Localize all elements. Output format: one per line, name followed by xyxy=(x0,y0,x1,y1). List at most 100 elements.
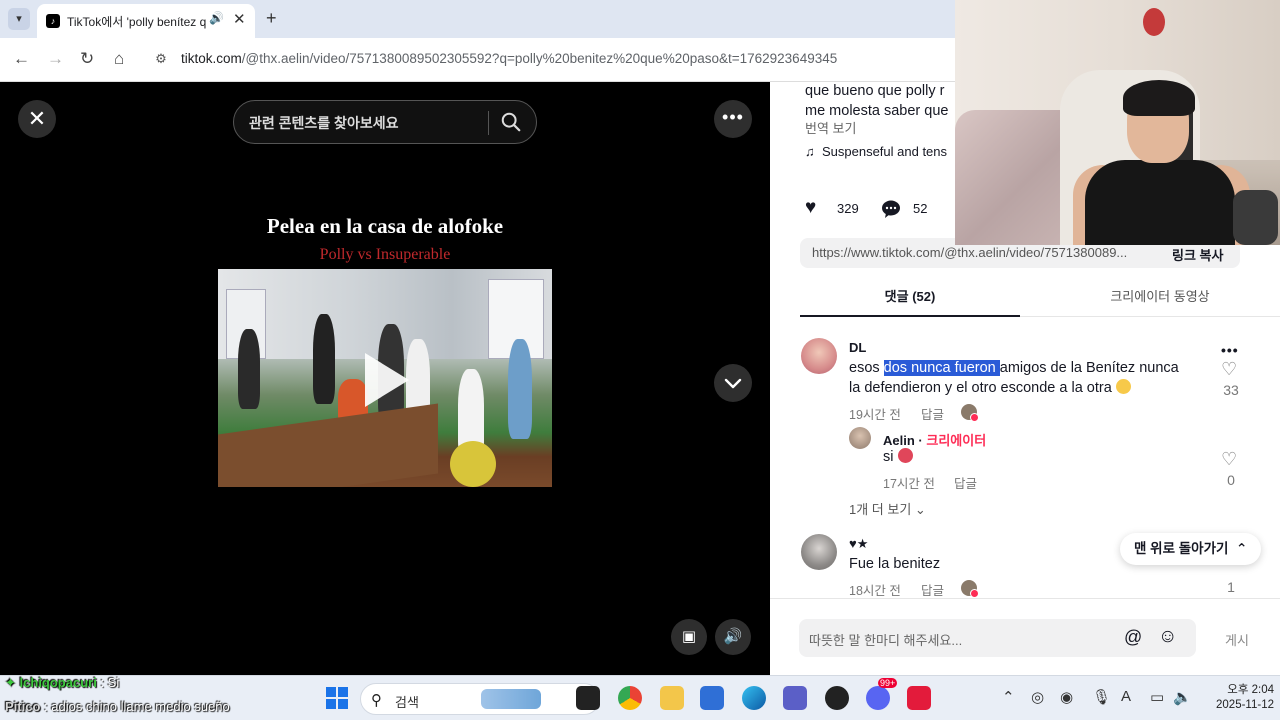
chrome-icon[interactable] xyxy=(618,686,642,710)
close-icon[interactable]: ✕ xyxy=(18,100,56,138)
comment-composer: 따뜻한 말 한마디 해주세요... @ ☺ 게시 xyxy=(770,598,1280,675)
pip-icon[interactable]: ▣ xyxy=(671,619,707,655)
chat-message: : Si xyxy=(96,675,120,690)
comment-like-heart-icon[interactable]: ♡ xyxy=(1221,359,1237,380)
store-icon[interactable] xyxy=(700,686,724,710)
tray-chevron-up-icon[interactable]: ⌃ xyxy=(1002,688,1015,706)
tab-creator-videos[interactable]: 크리에이터 동영상 xyxy=(1040,277,1280,317)
system-clock[interactable]: 오후 2:04 2025-11-12 xyxy=(1204,683,1274,713)
tab-search-chevron-icon[interactable]: ▾ xyxy=(8,8,30,30)
view-more-replies[interactable]: 1개 더 보기 ⌄ xyxy=(849,499,926,518)
tray-app-icon[interactable]: ◎ xyxy=(1031,688,1044,706)
webcam-person-body xyxy=(1085,160,1235,245)
network-icon[interactable]: ▭ xyxy=(1150,688,1164,706)
microphone-icon[interactable]: 🎙 xyxy=(1092,688,1111,706)
comment-more-icon[interactable]: ••• xyxy=(1221,342,1239,358)
comment-username[interactable]: DL xyxy=(849,340,866,355)
music-row[interactable]: ♫ Suspenseful and tens xyxy=(805,144,947,159)
comment-time: 18시간 전 xyxy=(849,584,901,598)
home-icon[interactable]: ⌂ xyxy=(114,49,124,69)
reply-text-content: si xyxy=(883,449,894,465)
post-button[interactable]: 게시 xyxy=(1225,630,1249,649)
reply-text: si xyxy=(883,447,913,467)
share-url[interactable]: https://www.tiktok.com/@thx.aelin/video/… xyxy=(812,245,1152,260)
copy-link-button[interactable]: 링크 복사 xyxy=(1172,245,1223,264)
comment-username[interactable]: ♥★ xyxy=(849,536,868,552)
video-scene-table xyxy=(218,403,438,487)
edge-icon[interactable] xyxy=(742,686,766,710)
file-explorer-dark-icon[interactable] xyxy=(576,686,600,710)
avatar[interactable] xyxy=(801,534,837,570)
tab-audio-icon[interactable]: 🔊 xyxy=(209,11,224,25)
music-note-icon: ♫ xyxy=(805,144,815,159)
new-tab-plus-icon[interactable]: + xyxy=(266,8,277,29)
search-icon[interactable] xyxy=(500,111,522,133)
tab-close-icon[interactable]: ✕ xyxy=(233,10,246,28)
url-field[interactable]: tiktok.com/@thx.aelin/video/757138008950… xyxy=(181,51,837,66)
double-chevron-up-icon: ⌃ xyxy=(1235,541,1248,556)
creator-liked-avatar xyxy=(961,404,979,422)
teams-icon[interactable] xyxy=(783,686,807,710)
video-scene-ball xyxy=(450,441,496,487)
comment-text-part: la defendieron y el otro esconde a la ot… xyxy=(849,380,1112,396)
comment-like-count: 1 xyxy=(1227,579,1235,595)
taskbar-search[interactable]: ⚲ 검색 xyxy=(360,683,600,715)
related-content-search[interactable]: 관련 콘텐츠를 찾아보세요 xyxy=(233,100,537,144)
reply-user-name: Aelin xyxy=(883,433,915,448)
ime-language-icon[interactable]: A xyxy=(1121,688,1131,705)
video-frame[interactable] xyxy=(218,269,552,487)
mention-at-icon[interactable]: @ xyxy=(1124,627,1142,648)
discord-icon[interactable]: 99+ xyxy=(866,678,898,710)
windows-start-icon[interactable] xyxy=(326,687,348,709)
notification-badge: 99+ xyxy=(878,678,898,688)
comment-bubble-icon[interactable] xyxy=(880,198,902,220)
url-host: tiktok.com xyxy=(181,51,242,66)
selected-text: dos nunca fueron xyxy=(883,360,1000,376)
folder-icon[interactable] xyxy=(660,686,684,710)
search-placeholder: 관련 콘텐츠를 찾아보세요 xyxy=(249,115,399,131)
reply-button[interactable]: 답글 xyxy=(921,404,944,423)
search-highlight-image xyxy=(481,689,541,709)
search-divider xyxy=(488,111,489,135)
back-arrow-icon[interactable]: ← xyxy=(13,49,30,69)
video-title-overlay: Pelea en la casa de alofoke xyxy=(266,214,504,238)
recording-app-icon[interactable] xyxy=(907,686,931,710)
reply-button[interactable]: 답글 xyxy=(921,580,944,599)
site-info-icon[interactable]: ⚙ xyxy=(150,48,172,70)
translate-link[interactable]: 번역 보기 xyxy=(805,118,856,137)
avatar[interactable] xyxy=(801,338,837,374)
reply-like-heart-icon[interactable]: ♡ xyxy=(1221,449,1237,470)
chevron-down-icon: ⌄ xyxy=(914,502,926,517)
clock-time: 오후 2:04 xyxy=(1227,684,1274,696)
chat-username: lchiqopacuri xyxy=(19,675,97,690)
more-options-icon[interactable]: ••• xyxy=(714,100,752,138)
next-video-chevron-down-icon[interactable] xyxy=(714,364,752,402)
creator-badge: 크리에이터 xyxy=(926,433,987,448)
tab-comments[interactable]: 댓글 (52) xyxy=(800,277,1020,317)
tray-security-icon[interactable]: ◉ xyxy=(1060,688,1073,706)
back-to-top-button[interactable]: 맨 위로 돌아가기 ⌃ xyxy=(1120,533,1262,565)
browser-tab-active[interactable]: ♪ TikTok에서 'polly benítez q 🔊 ✕ xyxy=(37,4,255,38)
panel-tabs: 댓글 (52) 크리에이터 동영상 xyxy=(800,277,1280,317)
reply-time: 17시간 전 xyxy=(883,477,935,491)
forward-arrow-icon[interactable]: → xyxy=(47,49,64,69)
clock-date: 2025-11-12 xyxy=(1216,699,1274,711)
speaker-icon[interactable]: 🔈 xyxy=(1173,688,1192,706)
avatar[interactable] xyxy=(849,427,871,449)
comment-input[interactable]: 따뜻한 말 한마디 해주세요... @ ☺ xyxy=(799,619,1196,657)
webcam-object xyxy=(1233,190,1278,245)
heart-icon[interactable]: ♥ xyxy=(805,197,816,219)
likes-count: 329 xyxy=(837,201,859,216)
app-icon[interactable] xyxy=(825,686,849,710)
emoji-smile-icon[interactable]: ☺ xyxy=(1158,626,1177,648)
comment-text: Fue la benitez xyxy=(849,556,941,572)
reload-icon[interactable]: ↻ xyxy=(80,49,94,69)
address-bar-row: ← → ↻ ⌂ ⚙ tiktok.com/@thx.aelin/video/75… xyxy=(0,38,955,82)
screen: ▾ ♪ TikTok에서 'polly benítez q 🔊 ✕ + ← → … xyxy=(0,0,1280,720)
webcam-person-hair xyxy=(1123,80,1195,116)
comment-text: esos dos nunca fueron amigos de la Benít… xyxy=(849,358,1219,398)
reply-button[interactable]: 답글 xyxy=(954,473,977,492)
volume-icon[interactable]: 🔊 xyxy=(715,619,751,655)
play-icon[interactable] xyxy=(365,353,409,407)
video-scene-person xyxy=(313,314,335,404)
